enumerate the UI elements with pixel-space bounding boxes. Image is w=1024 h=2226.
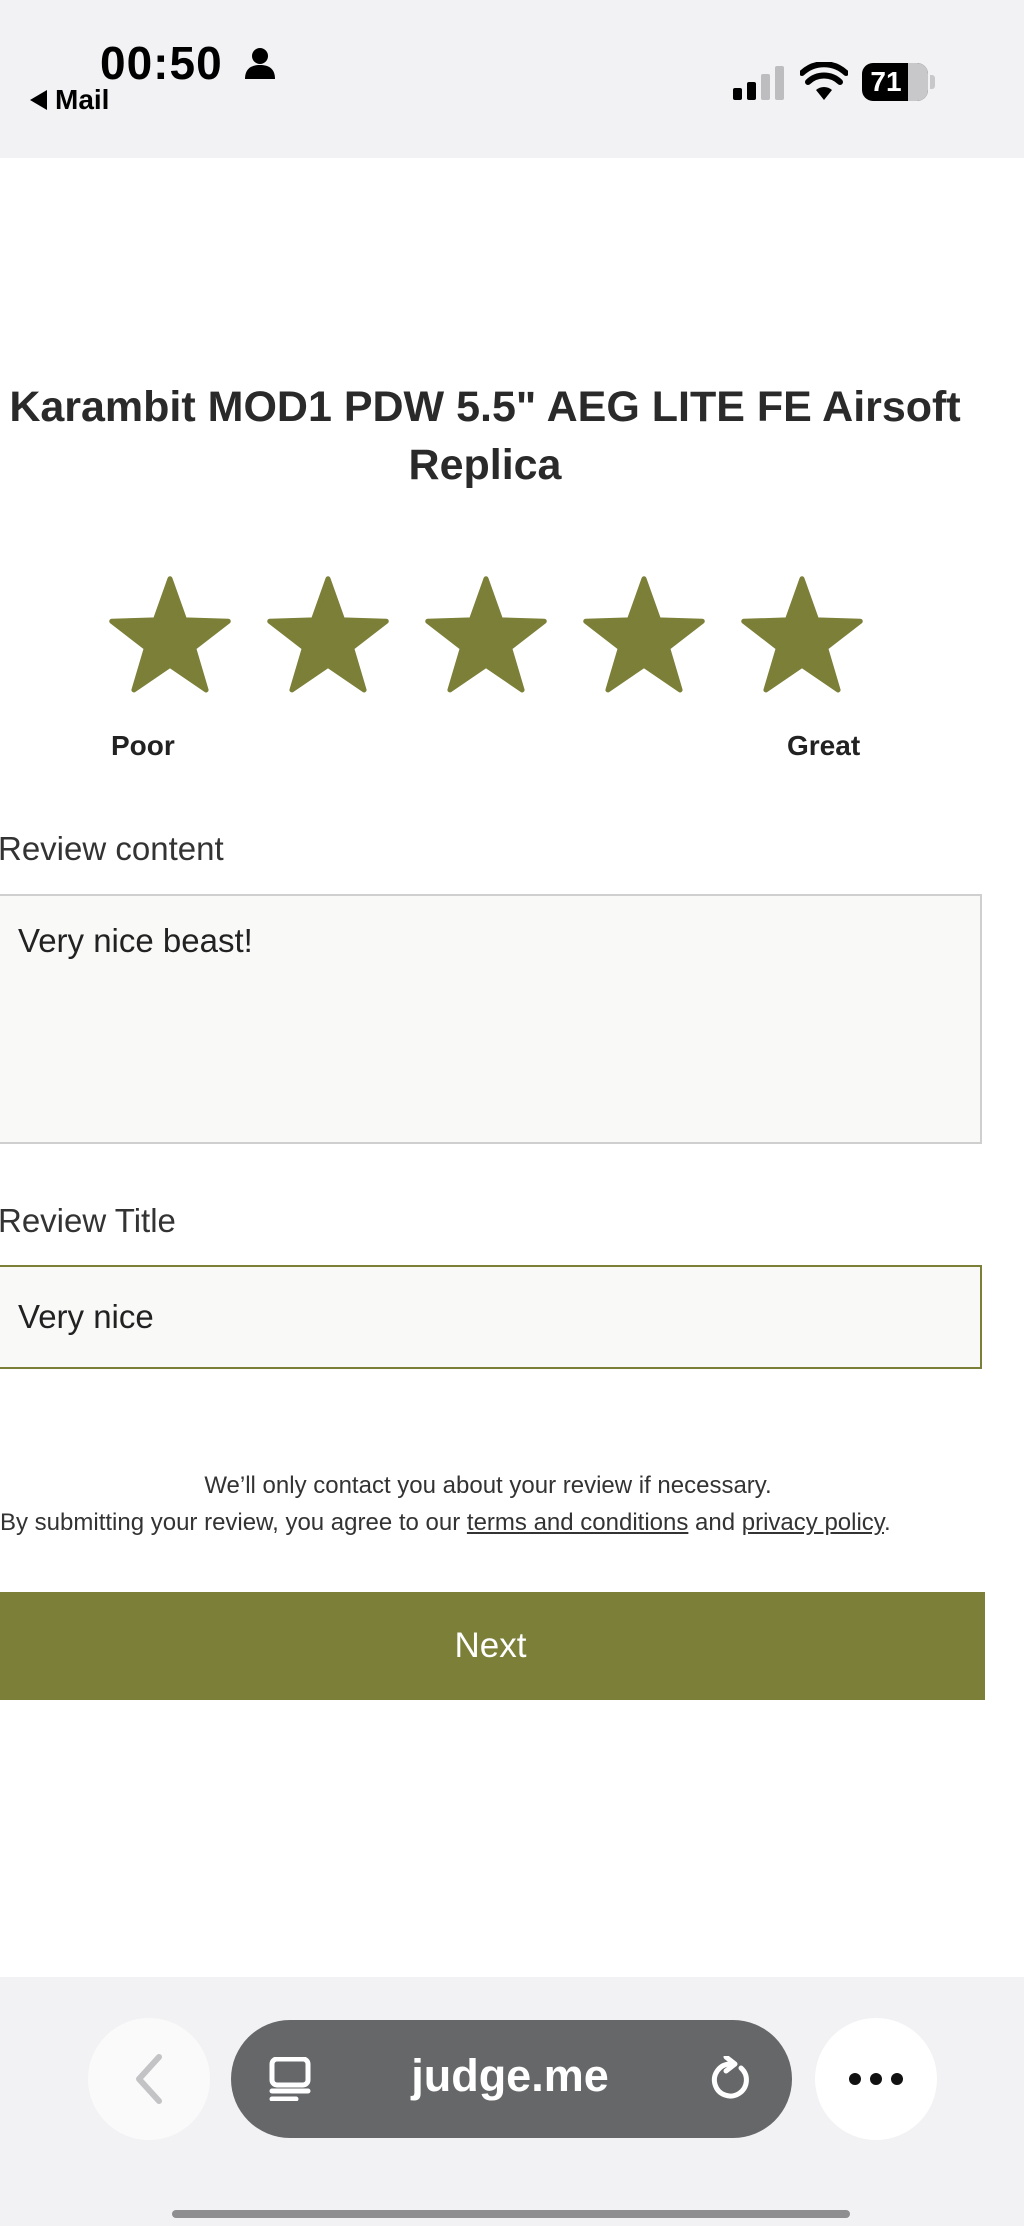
status-bar: 00:50 Mail 71 <box>0 0 1024 158</box>
review-content-textarea[interactable] <box>0 894 982 1144</box>
terms-link[interactable]: terms and conditions <box>467 1509 688 1536</box>
star-2-icon[interactable] <box>266 575 390 699</box>
review-title-input[interactable] <box>0 1265 982 1369</box>
more-icon <box>849 2073 903 2085</box>
more-options-button[interactable] <box>815 2018 937 2140</box>
contact-notice: We’ll only contact you about your review… <box>204 1472 772 1499</box>
person-icon <box>245 48 275 79</box>
star-4-icon[interactable] <box>582 575 706 699</box>
back-chevron-icon <box>136 2054 162 2104</box>
battery-indicator: 71 <box>862 63 928 101</box>
terms-notice: By submitting your review, you agree to … <box>0 1509 891 1536</box>
browser-back-button[interactable] <box>88 2018 210 2140</box>
star-rating[interactable] <box>108 575 868 700</box>
review-title-label: Review Title <box>0 1202 176 1239</box>
star-3-icon[interactable] <box>424 575 548 699</box>
rating-label-great: Great <box>787 730 861 761</box>
privacy-link[interactable]: privacy policy <box>742 1509 884 1536</box>
wifi-icon <box>800 62 848 100</box>
reload-icon[interactable] <box>708 2056 752 2102</box>
back-triangle-icon <box>30 90 47 110</box>
back-app-label: Mail <box>55 84 110 115</box>
cellular-signal-icon <box>733 66 784 100</box>
review-content-label: Review content <box>0 830 224 867</box>
battery-nub <box>930 75 935 89</box>
star-1-icon[interactable] <box>108 575 232 699</box>
star-5-icon[interactable] <box>740 575 864 699</box>
next-button[interactable]: Next <box>0 1592 985 1700</box>
url-text[interactable]: judge.me <box>340 2050 680 2102</box>
back-to-mail-link[interactable]: Mail <box>30 84 109 116</box>
battery-percent: 71 <box>870 66 902 97</box>
tab-icon[interactable] <box>268 2057 312 2101</box>
clock-time: 00:50 <box>100 37 223 89</box>
rating-label-poor: Poor <box>111 730 175 761</box>
product-title: Karambit MOD1 PDW 5.5" AEG LITE FE Airso… <box>9 383 961 489</box>
home-indicator[interactable] <box>172 2210 850 2218</box>
